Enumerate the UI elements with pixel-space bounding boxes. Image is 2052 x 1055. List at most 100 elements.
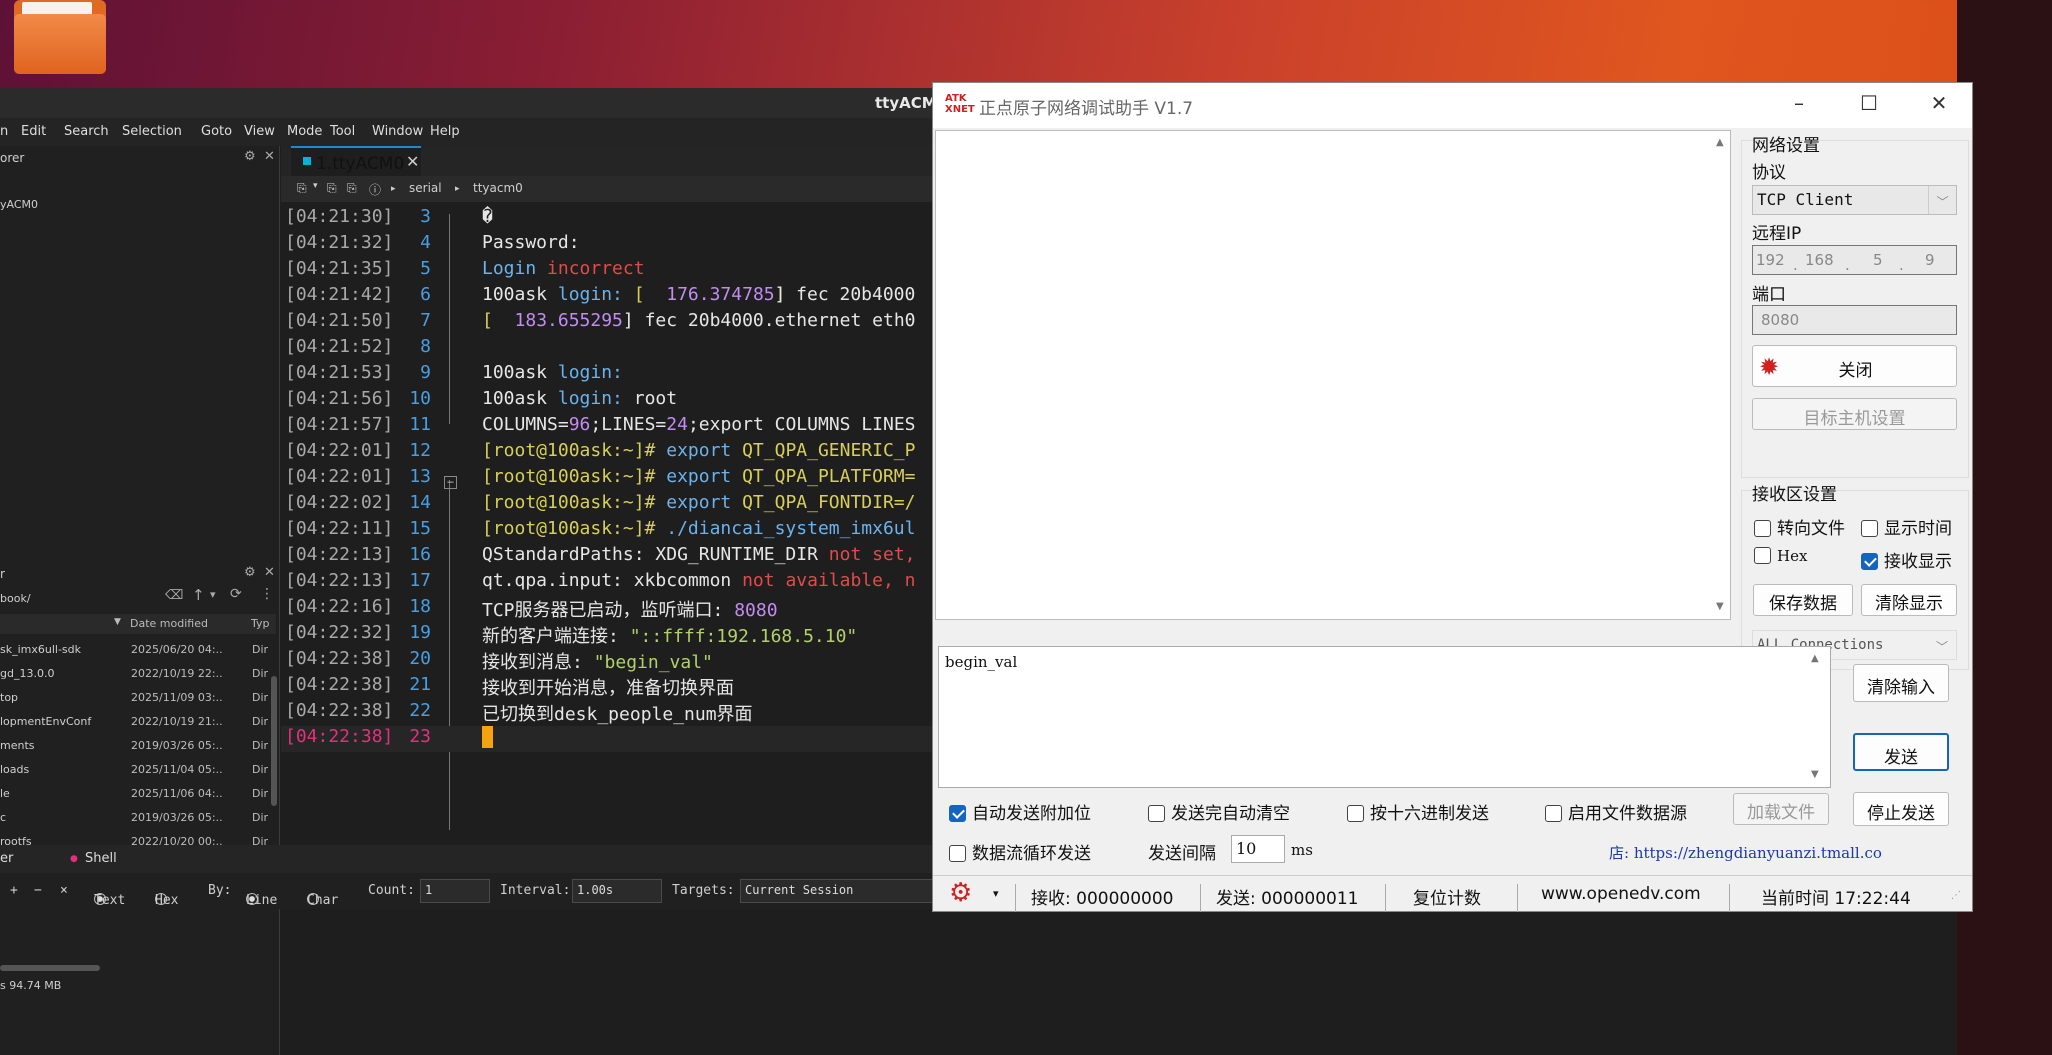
more-icon[interactable]: ⋮ xyxy=(260,586,274,602)
terminal-line: [04:21:52] 8 xyxy=(285,336,431,357)
menu-search[interactable]: Search xyxy=(64,124,109,139)
file-row[interactable]: sk_imx6ull-sdk 2025/06/20 04:.. Dir xyxy=(0,638,276,662)
stop-send-button[interactable]: 停止发送 xyxy=(1853,792,1949,826)
refresh-icon[interactable]: ⟳ xyxy=(230,586,242,602)
terminal-line: [04:22:32] 19 新的客户端连接: "::ffff:192.168.5.1… xyxy=(285,622,858,647)
maximize-icon[interactable]: ☐ xyxy=(1849,91,1889,119)
menu-file[interactable]: n xyxy=(0,124,8,139)
file-date: 2025/11/04 05:.. xyxy=(131,763,223,776)
remote-ip-input[interactable]: 192 . 168 . 5 . 9 xyxy=(1752,245,1957,275)
column-date[interactable]: Date modified xyxy=(130,617,208,630)
new-session-icon[interactable]: ⎘ xyxy=(297,181,307,196)
up-arrow-icon[interactable]: ↑ xyxy=(192,586,205,604)
filebrowser-hscrollbar[interactable] xyxy=(0,965,100,971)
menu-selection[interactable]: Selection xyxy=(122,124,182,139)
file-type: Dir xyxy=(252,715,269,728)
close-icon[interactable]: ✕ xyxy=(264,565,275,580)
send-scrollbar[interactable]: ▲ ▼ xyxy=(1807,647,1825,787)
close-icon[interactable]: ✕ xyxy=(406,152,419,171)
website-link[interactable]: www.openedv.com xyxy=(1541,884,1701,904)
chevron-down-icon[interactable]: ▾ xyxy=(313,181,318,191)
menu-view[interactable]: View xyxy=(244,124,275,139)
send-button[interactable]: 发送 xyxy=(1853,733,1949,771)
add-icon[interactable]: + xyxy=(10,883,18,898)
protocol-select[interactable]: TCP Client ﹀ xyxy=(1752,185,1957,215)
save-data-button[interactable]: 保存数据 xyxy=(1753,584,1853,616)
menu-help[interactable]: Help xyxy=(430,124,460,139)
by-label: By: xyxy=(208,883,232,898)
filebrowser-scrollbar[interactable] xyxy=(271,676,277,806)
load-file-button[interactable]: 加载文件 xyxy=(1733,793,1829,825)
bottom-panel-tabs: er ● Shell xyxy=(0,845,940,873)
tab-shell[interactable]: Shell xyxy=(85,851,117,866)
menu-mode[interactable]: Mode xyxy=(287,124,322,139)
clear-display-button[interactable]: 清除显示 xyxy=(1861,584,1957,616)
chevron-down-icon[interactable]: ▾ xyxy=(210,588,216,601)
terminal-line: [04:22:13] 16 QStandardPaths: XDG_RUNTIME_… xyxy=(285,544,916,565)
file-row[interactable]: loads 2025/11/04 05:.. Dir xyxy=(0,758,276,782)
shop-link[interactable]: 店: https://zhengdianyuanzi.tmall.co xyxy=(1609,842,1882,863)
receive-area[interactable]: ▲ ▼ xyxy=(935,130,1731,620)
tab-ttyacm0[interactable]: 1.ttyACM0 ✕ xyxy=(291,146,421,176)
receive-scrollbar[interactable]: ▲ ▼ xyxy=(1712,131,1730,619)
breadcrumb: ⎘ ▾ ⎘ ⎘ ⓘ ▸ serial ▸ ttyacm0 xyxy=(281,176,941,202)
chevron-down-icon[interactable]: ▾ xyxy=(993,887,999,900)
filebrowser-header: r ⚙ ✕ xyxy=(0,562,280,586)
terminal-output[interactable]: − [04:21:30] 3 � [04:21:32] 4 Password: [04:… xyxy=(281,206,941,846)
menu-goto[interactable]: Goto xyxy=(201,124,232,139)
minus-icon[interactable]: − xyxy=(34,883,42,898)
menu-window[interactable]: Window xyxy=(372,124,423,139)
terminal-line: [04:22:38] 21 接收到开始消息，准备切换界面 xyxy=(285,674,734,699)
current-time: 当前时间 17:22:44 xyxy=(1761,889,1911,909)
hex-send-checkbox[interactable]: 按十六进制发送 xyxy=(1347,799,1489,824)
clear-icon[interactable]: ⌫ xyxy=(165,588,183,603)
reset-count-button[interactable]: 复位计数 xyxy=(1413,884,1481,909)
breadcrumb-serial[interactable]: serial xyxy=(409,181,442,195)
show-time-checkbox[interactable]: 显示时间 xyxy=(1861,514,1952,539)
settings-icon[interactable]: ⚙ xyxy=(244,565,256,580)
send-interval-input[interactable]: 10 xyxy=(1231,835,1285,863)
file-date: 2019/03/26 05:.. xyxy=(131,739,223,752)
close-icon[interactable]: × xyxy=(60,883,68,898)
duplicate-icon[interactable]: ⎘ xyxy=(327,181,337,196)
port-input[interactable]: 8080 xyxy=(1752,305,1957,335)
file-row[interactable]: gd_13.0.0 2022/10/19 22:.. Dir xyxy=(0,662,276,686)
menu-tool[interactable]: Tool xyxy=(330,124,355,139)
file-row[interactable]: lopmentEnvConf 2022/10/19 21:.. Dir xyxy=(0,710,276,734)
receive-display-checkbox[interactable]: 接收显示 xyxy=(1861,547,1952,572)
targets-select[interactable]: Current Session xyxy=(740,879,940,903)
file-source-checkbox[interactable]: 启用文件数据源 xyxy=(1545,799,1687,824)
clear-input-button[interactable]: 清除输入 xyxy=(1853,664,1949,702)
sort-icon[interactable]: ▼ xyxy=(114,617,121,627)
copy-icon[interactable]: ⎘ xyxy=(347,181,357,196)
tab-explorer[interactable]: er xyxy=(0,851,13,866)
filebrowser-path[interactable]: book/ xyxy=(0,592,31,605)
count-input[interactable]: 1 xyxy=(420,879,490,903)
send-input[interactable]: begin_val ▲ ▼ xyxy=(938,646,1831,788)
auto-append-checkbox[interactable]: 自动发送附加位 xyxy=(949,799,1091,824)
close-icon[interactable]: ✕ xyxy=(264,149,275,164)
explorer-item-ttyacm0[interactable]: yACM0 xyxy=(0,198,38,211)
file-row[interactable]: ments 2019/03/26 05:.. Dir xyxy=(0,734,276,758)
desktop-folder-icon[interactable] xyxy=(14,0,106,74)
file-row[interactable]: c 2019/03/26 05:.. Dir xyxy=(0,806,276,830)
minimize-icon[interactable]: – xyxy=(1779,91,1819,119)
column-type[interactable]: Typ xyxy=(251,617,270,630)
breadcrumb-ttyacm0[interactable]: ttyacm0 xyxy=(473,181,523,195)
target-host-button[interactable]: 目标主机设置 xyxy=(1752,398,1957,430)
hex-display-checkbox[interactable]: Hex xyxy=(1754,547,1807,565)
file-name: loads xyxy=(0,763,30,776)
menu-edit[interactable]: Edit xyxy=(21,124,46,139)
close-icon[interactable]: ✕ xyxy=(1919,91,1959,119)
file-row[interactable]: top 2025/11/09 03:.. Dir xyxy=(0,686,276,710)
auto-clear-checkbox[interactable]: 发送完自动清空 xyxy=(1148,799,1290,824)
resize-grip-icon[interactable]: ⋰ xyxy=(1951,890,1961,901)
file-row[interactable]: le 2025/11/06 04:.. Dir xyxy=(0,782,276,806)
close-connection-button[interactable]: ✹ 关闭 xyxy=(1752,345,1957,387)
loop-send-checkbox[interactable]: 数据流循环发送 xyxy=(949,839,1091,864)
settings-icon[interactable]: ⚙ xyxy=(244,149,256,164)
interval-input[interactable]: 1.00s xyxy=(572,879,662,903)
info-icon[interactable]: ⓘ xyxy=(369,181,381,198)
gear-icon[interactable]: ⚙ xyxy=(949,878,972,908)
to-file-checkbox[interactable]: 转向文件 xyxy=(1754,514,1845,539)
